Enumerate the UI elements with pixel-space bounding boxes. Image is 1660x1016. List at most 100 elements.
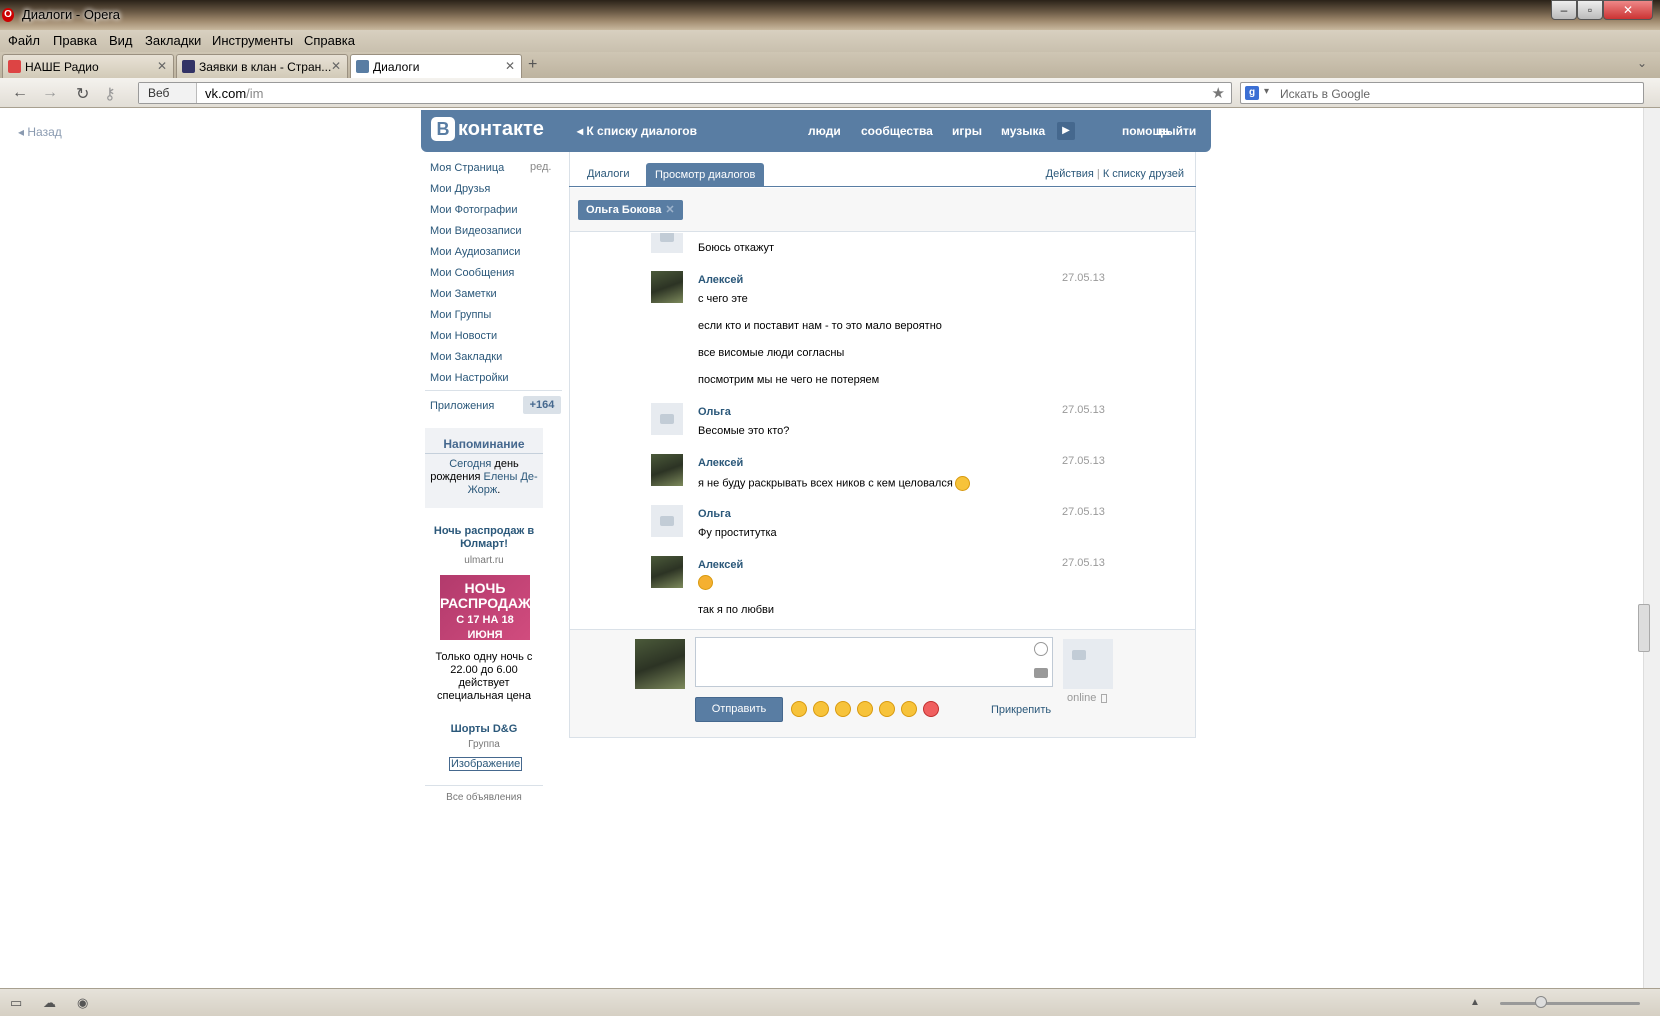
avatar[interactable]	[651, 454, 683, 486]
minimize-button[interactable]: –	[1551, 0, 1577, 20]
emoji-wink-icon[interactable]	[901, 701, 917, 717]
emoji-shocked-icon[interactable]	[857, 701, 873, 717]
reload-icon[interactable]: ↻	[76, 84, 89, 104]
bookmark-star-icon[interactable]: ★	[1212, 84, 1225, 102]
message-author[interactable]: Алексей	[698, 559, 743, 571]
avatar[interactable]	[651, 403, 683, 435]
message-author[interactable]: Ольга	[698, 508, 731, 520]
close-tab-icon[interactable]: ✕	[505, 59, 515, 73]
menu-view[interactable]: Вид	[109, 33, 133, 48]
tab-nashe-radio[interactable]: НАШЕ Радио ✕	[2, 54, 174, 78]
emoji-laugh-icon[interactable]	[835, 701, 851, 717]
sidebar-item-news[interactable]: Мои Новости	[430, 330, 497, 342]
nav-logout-link[interactable]: выйти	[1158, 124, 1196, 138]
avatar[interactable]	[651, 556, 683, 588]
sidebar-edit-link[interactable]: ред.	[530, 161, 551, 173]
nav-communities[interactable]: сообщества	[861, 124, 933, 138]
zoom-slider-track[interactable]	[1500, 1002, 1640, 1005]
avatar[interactable]	[651, 505, 683, 537]
vertical-scrollbar[interactable]	[1643, 108, 1660, 988]
back-to-dialogs-link[interactable]: ◂ К списку диалогов	[577, 124, 697, 138]
tab-view-dialogs[interactable]: Просмотр диалогов	[646, 163, 765, 187]
all-ads-link[interactable]: Все объявления	[425, 792, 543, 803]
remove-peer-close-icon[interactable]: ✕	[665, 204, 674, 216]
send-button[interactable]: Отправить	[695, 697, 783, 722]
google-icon[interactable]: g	[1245, 86, 1259, 100]
scrollbar-thumb[interactable]	[1638, 604, 1650, 652]
url-field[interactable]: Веб vk.com/im ★	[138, 82, 1232, 104]
play-icon[interactable]: ▶	[1057, 122, 1075, 140]
friends-list-link[interactable]: К списку друзей	[1103, 168, 1184, 180]
page-back-link[interactable]: ◂ Назад	[18, 125, 62, 139]
message-text: так я по любви	[698, 604, 775, 616]
search-placeholder: Искать в Google	[1280, 87, 1371, 101]
cloud-icon[interactable]: ☁	[43, 995, 56, 1011]
message-author[interactable]: Алексей	[698, 457, 743, 469]
peer-avatar[interactable]	[1063, 639, 1113, 689]
emoji-picker-icon[interactable]	[1034, 642, 1048, 656]
sidebar-item-audio[interactable]: Мои Аудиозаписи	[430, 246, 520, 258]
sidebar-item-my-page[interactable]: Моя Страница	[430, 162, 504, 174]
emoji-love-icon[interactable]	[923, 701, 939, 717]
tab-clan-requests[interactable]: Заявки в клан - Стран... ✕	[176, 54, 348, 78]
ad-group-title[interactable]: Шорты D&G	[425, 723, 543, 735]
close-tab-icon[interactable]: ✕	[331, 59, 341, 73]
reminder-today-link[interactable]: Сегодня	[449, 458, 491, 470]
peer-chip[interactable]: Ольга Бокова ✕	[578, 200, 683, 220]
nav-games[interactable]: игры	[952, 124, 982, 138]
nav-music[interactable]: музыка	[1001, 124, 1045, 138]
nav-people[interactable]: люди	[808, 124, 841, 138]
sidebar-item-groups[interactable]: Мои Группы	[430, 309, 491, 321]
menu-file[interactable]: Файл	[8, 33, 40, 48]
scope-badge[interactable]: Веб	[139, 83, 197, 103]
sidebar-item-videos[interactable]: Мои Видеозаписи	[430, 225, 522, 237]
menu-edit[interactable]: Правка	[53, 33, 97, 48]
avatar[interactable]	[651, 233, 683, 253]
vk-logo[interactable]: Вконтакте	[431, 117, 544, 141]
message-author[interactable]: Ольга	[698, 406, 731, 418]
ad-image[interactable]: НОЧЬ РАСПРОДАЖ С 17 НА 18 ИЮНЯ	[440, 575, 531, 641]
panel-toggle-icon[interactable]: ▭	[10, 995, 22, 1011]
tab-dialogs-list[interactable]: Диалоги	[587, 168, 630, 180]
ad-image-link[interactable]: Изображение	[449, 757, 523, 771]
sidebar-item-friends[interactable]: Мои Друзья	[430, 183, 490, 195]
emoji-grin-icon[interactable]	[813, 701, 829, 717]
key-icon[interactable]: ⚷	[104, 84, 116, 104]
new-tab-plus-icon[interactable]: +	[528, 56, 537, 74]
message-author[interactable]: Алексей	[698, 274, 743, 286]
menu-bookmarks[interactable]: Закладки	[145, 33, 201, 48]
menu-help[interactable]: Справка	[304, 33, 355, 48]
search-engine-chevron-down-icon[interactable]: ▾	[1264, 86, 1269, 97]
attach-link[interactable]: Прикрепить	[991, 704, 1051, 716]
menu-tools[interactable]: Инструменты	[212, 33, 293, 48]
sidebar-item-messages[interactable]: Мои Сообщения	[430, 267, 514, 279]
sidebar-item-settings[interactable]: Мои Настройки	[430, 372, 509, 384]
close-tab-icon[interactable]: ✕	[157, 59, 167, 73]
tab-label: НАШЕ Радио	[25, 60, 99, 74]
message-date: 27.05.13	[1062, 455, 1105, 467]
camera-icon[interactable]	[1034, 668, 1048, 678]
message-input[interactable]	[695, 637, 1053, 687]
zoom-slider-knob[interactable]	[1535, 996, 1547, 1008]
forward-arrow-icon[interactable]: →	[42, 84, 58, 102]
maximize-button[interactable]: ▫	[1577, 0, 1603, 20]
tab-dialogs[interactable]: Диалоги ✕	[350, 54, 522, 79]
ad-title[interactable]: Ночь распродаж в Юлмарт!	[425, 525, 543, 551]
sidebar-item-photos[interactable]: Мои Фотографии	[430, 204, 517, 216]
search-box[interactable]: g ▾ Искать в Google	[1240, 82, 1644, 104]
avatar[interactable]	[651, 271, 683, 303]
emoji-smile-icon[interactable]	[879, 701, 895, 717]
vk-logo-badge: В	[431, 117, 455, 141]
actions-link[interactable]: Действия	[1046, 168, 1094, 180]
my-avatar[interactable]	[635, 639, 685, 689]
sidebar-item-apps[interactable]: Приложения	[430, 400, 494, 412]
sidebar-item-bookmarks[interactable]: Мои Закладки	[430, 351, 502, 363]
sidebar-item-notes[interactable]: Мои Заметки	[430, 288, 497, 300]
speed-dial-icon[interactable]: ◉	[77, 995, 88, 1011]
message-text: Весомые это кто?	[698, 425, 790, 437]
tab-menu-chevron-down-icon[interactable]: ⌄	[1637, 56, 1647, 70]
emoji-blush-icon[interactable]	[791, 701, 807, 717]
zoom-up-icon[interactable]: ▲	[1470, 997, 1480, 1008]
back-arrow-icon[interactable]: ←	[12, 84, 28, 102]
close-window-button[interactable]: ✕	[1603, 0, 1653, 20]
